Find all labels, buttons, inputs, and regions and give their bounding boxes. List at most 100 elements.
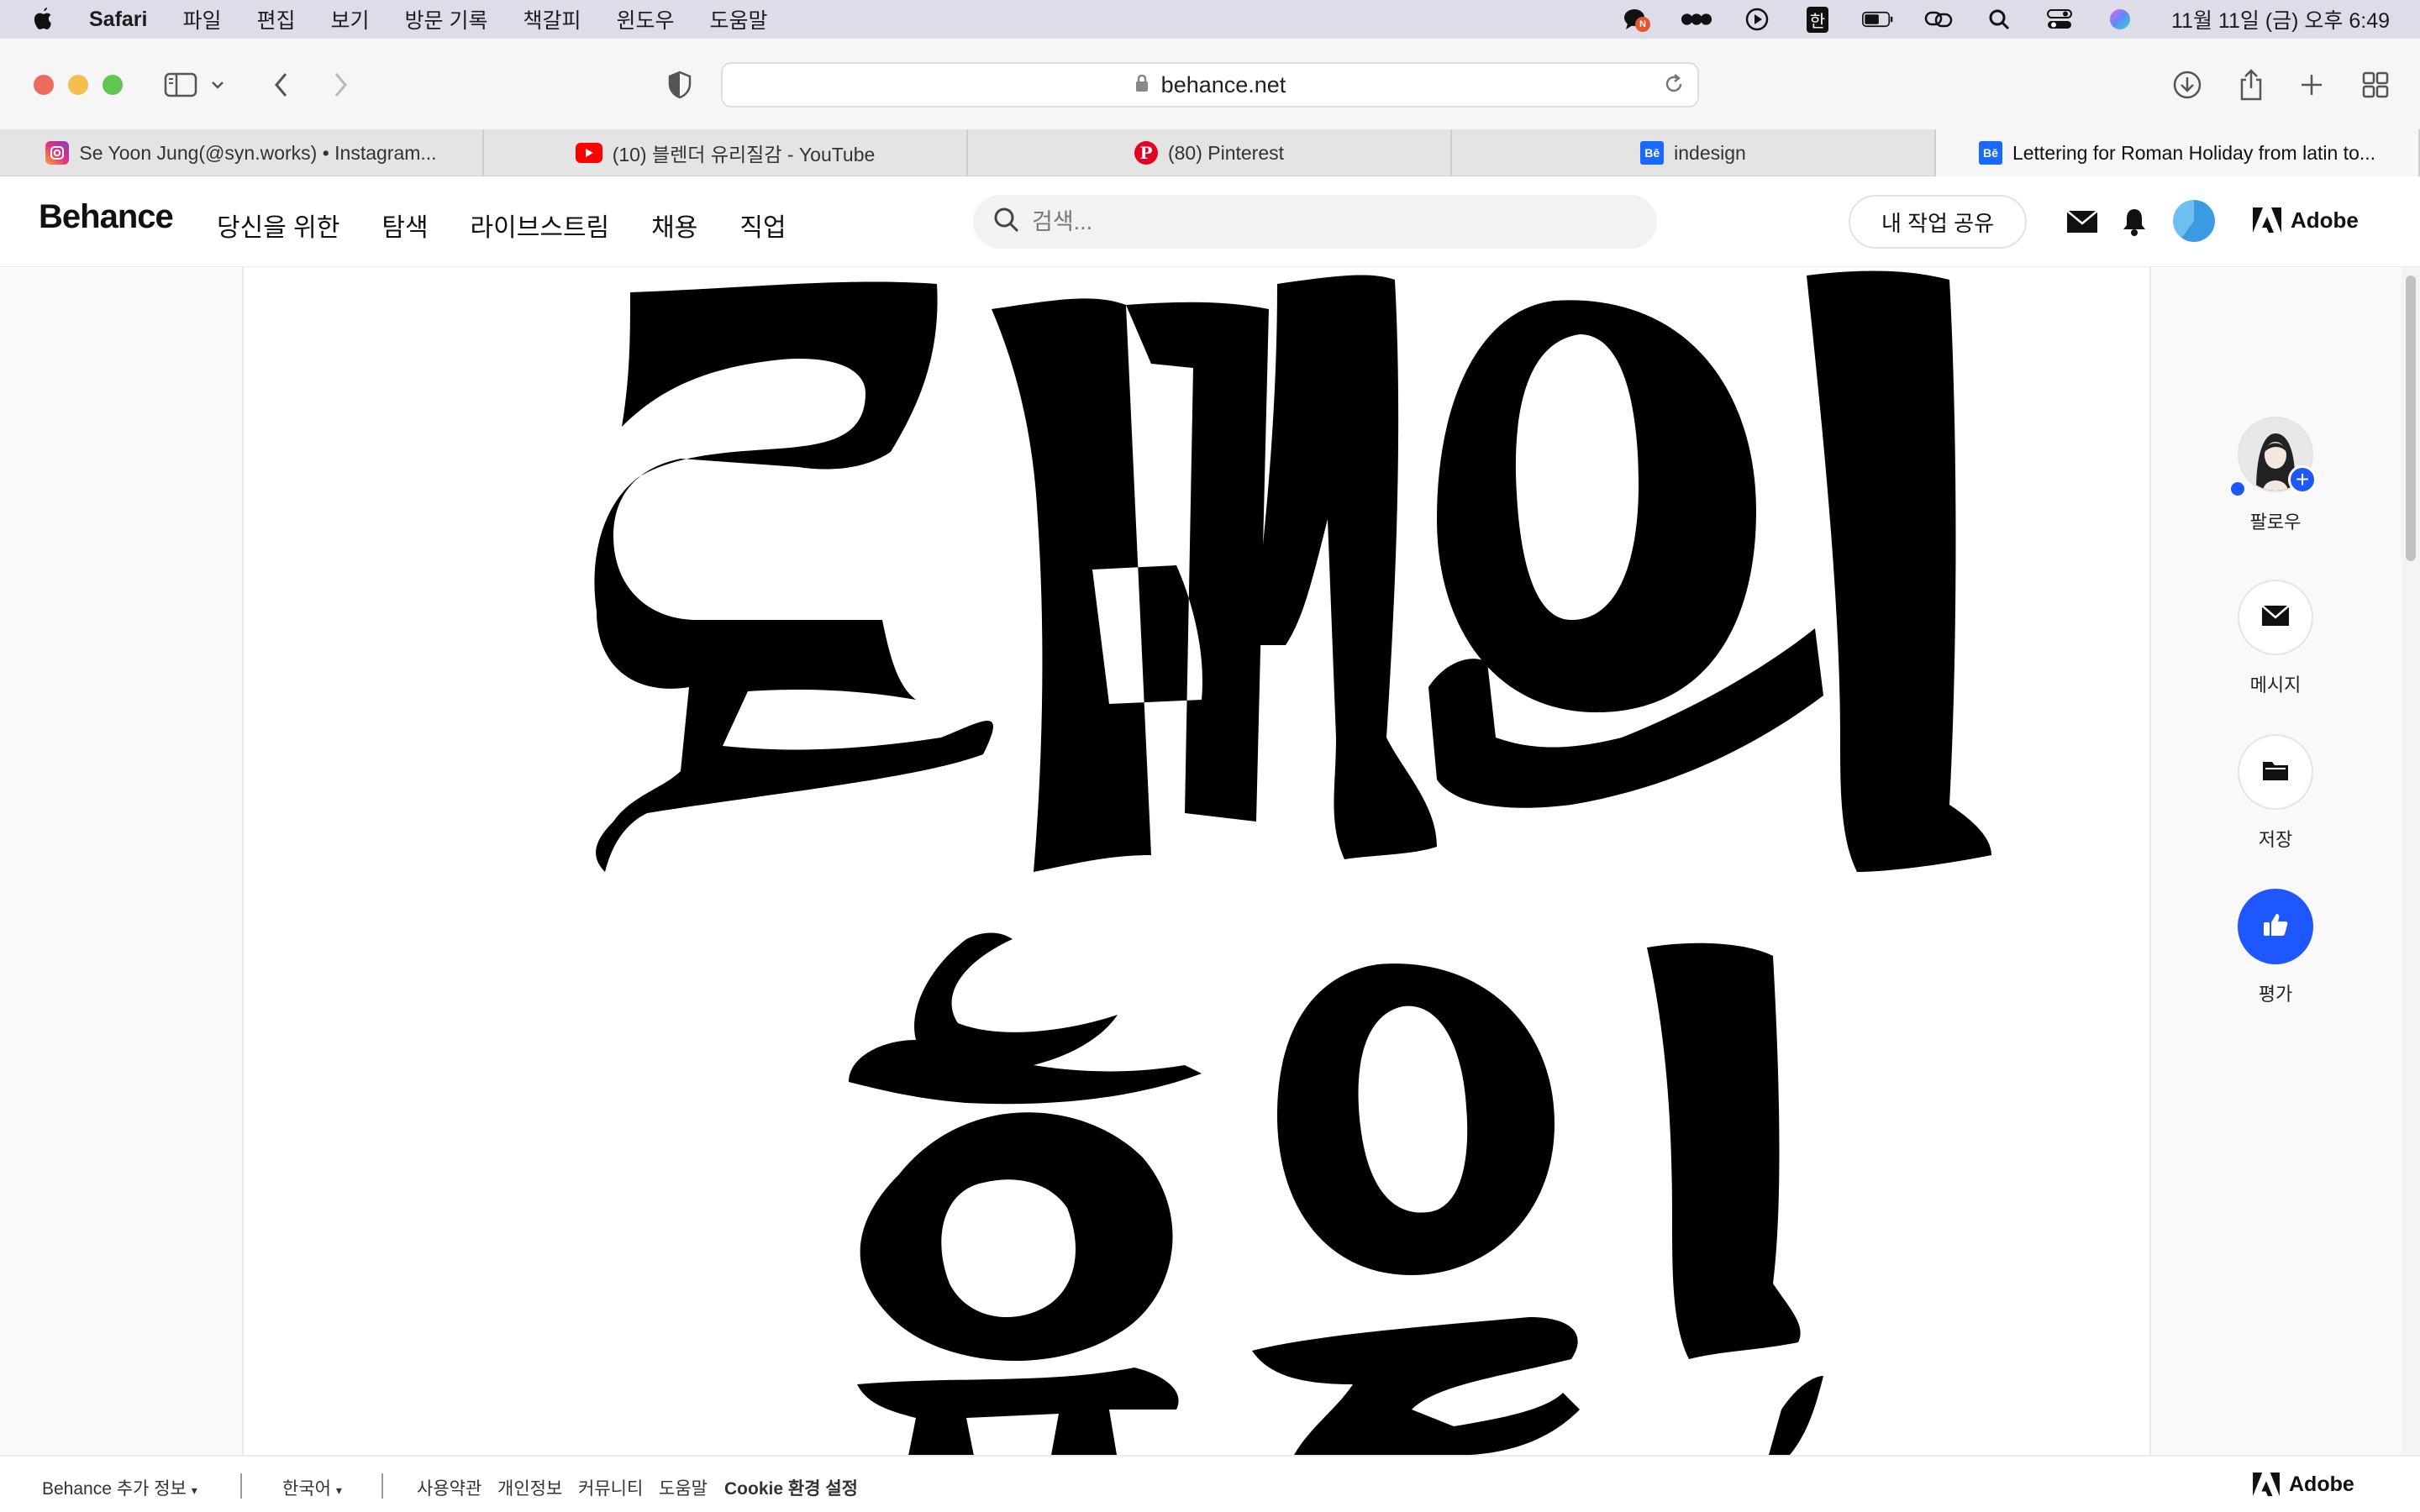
nav-livestream[interactable]: 라이브스트림 xyxy=(471,207,610,244)
search-icon xyxy=(993,207,1020,238)
share-icon[interactable] xyxy=(2230,64,2272,106)
tab-title: Lettering for Roman Holiday from latin t… xyxy=(2012,141,2376,164)
share-work-button[interactable]: 내 작업 공유 xyxy=(1849,195,2027,249)
adobe-link[interactable]: Adobe xyxy=(2252,207,2359,234)
nav-for-you[interactable]: 당신을 위한 xyxy=(217,207,339,244)
tab-title: indesign xyxy=(1674,141,1746,164)
privacy-shield-icon[interactable] xyxy=(659,64,701,106)
url-text: behance.net xyxy=(1160,71,1286,97)
adobe-logo-icon xyxy=(2253,207,2281,233)
adobe-label: Adobe xyxy=(2289,1472,2354,1496)
menu-clock[interactable]: 11월 11일 (금) 오후 6:49 xyxy=(2171,4,2390,34)
menu-file[interactable]: 파일 xyxy=(182,4,221,34)
message-label: 메시지 xyxy=(2249,675,2302,696)
youtube-icon xyxy=(575,143,602,163)
left-gutter xyxy=(0,267,244,1455)
input-source-icon[interactable]: 한 xyxy=(1802,6,1833,33)
pinterest-icon: P xyxy=(1134,141,1158,165)
tab-group-chevron-icon[interactable] xyxy=(205,64,230,106)
menu-help[interactable]: 도움말 xyxy=(710,4,768,34)
user-avatar[interactable] xyxy=(2173,200,2215,242)
tab-pinterest[interactable]: P (80) Pinterest xyxy=(968,129,1452,176)
footer-link-cookie[interactable]: Cookie 환경 설정 xyxy=(724,1475,858,1500)
scrollbar-thumb[interactable] xyxy=(2406,276,2416,561)
address-bar[interactable]: behance.net xyxy=(721,62,1699,108)
follow-plus-icon[interactable]: + xyxy=(2288,465,2317,494)
reload-icon[interactable] xyxy=(1662,72,1686,102)
search-input[interactable] xyxy=(1032,208,1620,235)
online-status-dot xyxy=(2231,482,2244,496)
menu-window[interactable]: 윈도우 xyxy=(617,4,675,34)
forward-button[interactable] xyxy=(319,64,361,106)
lettering-artwork xyxy=(244,267,2149,1455)
footer-link-help[interactable]: 도움말 xyxy=(659,1475,708,1500)
search-box[interactable] xyxy=(973,195,1657,249)
appreciate-action[interactable]: 평가 xyxy=(2149,889,2402,1006)
footer-adobe-link[interactable]: Adobe xyxy=(2252,1472,2354,1497)
tab-youtube[interactable]: (10) 블렌더 유리질감 - YouTube xyxy=(484,129,968,176)
more-dots-icon[interactable] xyxy=(1681,7,1712,32)
zoom-window-button[interactable] xyxy=(103,75,123,95)
footer-link-community[interactable]: 커뮤니티 xyxy=(578,1475,643,1500)
nav-jobs[interactable]: 직업 xyxy=(739,207,786,244)
appreciate-button[interactable] xyxy=(2238,889,2313,964)
more-info-dropdown[interactable]: Behance 추가 정보 ▾ xyxy=(42,1475,197,1500)
apple-menu-icon[interactable] xyxy=(30,5,55,34)
owner-avatar[interactable]: + xyxy=(2231,417,2317,496)
messenger-status-icon[interactable]: N xyxy=(1620,7,1652,32)
tab-overview-icon[interactable] xyxy=(2354,64,2396,106)
language-dropdown[interactable]: 한국어 ▾ xyxy=(282,1475,342,1500)
tab-title: (80) Pinterest xyxy=(1167,141,1285,164)
close-window-button[interactable] xyxy=(34,75,54,95)
tab-lettering-roman-holiday[interactable]: Bē Lettering for Roman Holiday from lati… xyxy=(1936,129,2420,176)
mail-icon xyxy=(2261,604,2290,631)
new-tab-icon[interactable] xyxy=(2291,64,2333,106)
minimize-window-button[interactable] xyxy=(68,75,88,95)
macos-menu-bar: Safari 파일 편집 보기 방문 기록 책갈피 윈도우 도움말 N 한 11… xyxy=(0,0,2420,39)
appreciate-label: 평가 xyxy=(2258,984,2293,1005)
behance-footer: Behance 추가 정보 ▾ 한국어 ▾ 사용약관 개인정보 커뮤니티 도움말… xyxy=(0,1455,2420,1512)
menu-edit[interactable]: 편집 xyxy=(257,4,296,34)
notifications-bell-icon[interactable] xyxy=(2118,205,2151,239)
spotlight-search-icon[interactable] xyxy=(1983,7,2015,32)
message-button[interactable] xyxy=(2238,580,2313,655)
tab-bar: Se Yoon Jung(@syn.works) • Instagram... … xyxy=(0,129,2420,176)
more-info-label: Behance 추가 정보 xyxy=(42,1479,187,1499)
behance-logo[interactable]: Behance xyxy=(39,198,174,236)
footer-link-privacy[interactable]: 개인정보 xyxy=(497,1475,562,1500)
window-controls xyxy=(34,75,123,95)
play-icon[interactable] xyxy=(1741,7,1773,32)
menu-history[interactable]: 방문 기록 xyxy=(405,4,488,34)
footer-link-terms[interactable]: 사용약관 xyxy=(417,1475,481,1500)
follow-label: 팔로우 xyxy=(2249,512,2302,533)
lock-icon xyxy=(1134,72,1150,98)
behance-icon: Bē xyxy=(1978,141,2002,165)
language-label: 한국어 xyxy=(282,1479,331,1499)
menu-view[interactable]: 보기 xyxy=(331,4,370,34)
save-action[interactable]: 저장 xyxy=(2149,734,2402,852)
back-button[interactable] xyxy=(260,64,302,106)
mail-icon[interactable] xyxy=(2065,205,2099,239)
downloads-icon[interactable] xyxy=(2166,64,2208,106)
tab-instagram[interactable]: Se Yoon Jung(@syn.works) • Instagram... xyxy=(0,129,484,176)
behance-header: Behance 당신을 위한 탐색 라이브스트림 채용 직업 내 작업 공유 A… xyxy=(0,176,2420,267)
app-name-menu[interactable]: Safari xyxy=(89,8,147,32)
link-icon[interactable] xyxy=(1923,7,1954,32)
behance-icon: Bē xyxy=(1640,141,1665,165)
tab-indesign[interactable]: Bē indesign xyxy=(1452,129,1936,176)
siri-icon[interactable] xyxy=(2104,7,2136,32)
battery-icon[interactable] xyxy=(1862,7,1894,32)
project-content: + 팔로우 메시지 저장 평가 xyxy=(0,267,2420,1455)
nav-explore[interactable]: 탐색 xyxy=(381,207,428,244)
page-scrollbar[interactable] xyxy=(2402,267,2420,1455)
follow-action[interactable]: + 팔로우 xyxy=(2149,417,2402,534)
nav-hire[interactable]: 채용 xyxy=(651,207,697,244)
tab-title: (10) 블렌더 유리질감 - YouTube xyxy=(612,144,876,165)
footer-divider xyxy=(240,1473,242,1499)
sidebar-toggle-button[interactable] xyxy=(160,64,202,106)
control-center-icon[interactable] xyxy=(2044,7,2075,32)
save-button[interactable] xyxy=(2238,734,2313,810)
menu-bookmarks[interactable]: 책갈피 xyxy=(523,4,581,34)
notification-badge: N xyxy=(1635,17,1650,32)
message-action[interactable]: 메시지 xyxy=(2149,580,2402,697)
